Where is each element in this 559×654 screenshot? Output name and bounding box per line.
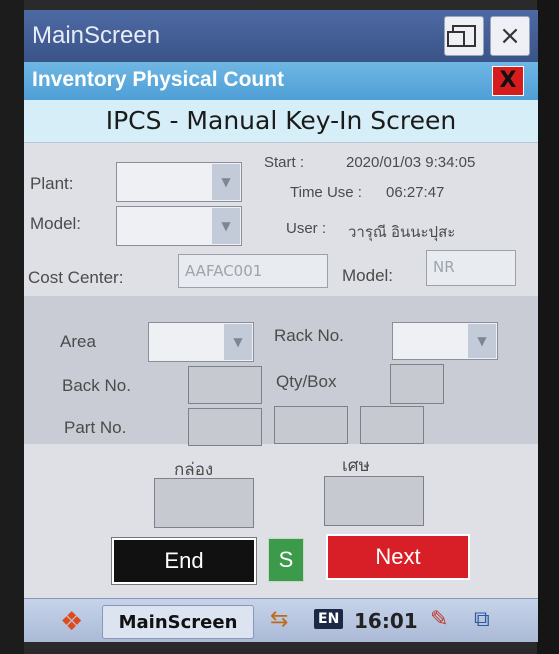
chevron-down-icon[interactable]: ▼ xyxy=(468,324,496,358)
time-use-label: Time Use : xyxy=(290,184,362,201)
screen-subtitle-bar: IPCS - Manual Key-In Screen xyxy=(24,100,538,143)
part-no-label: Part No. xyxy=(64,418,127,437)
window-title: MainScreen xyxy=(32,22,161,49)
window-titlebar: MainScreen × xyxy=(24,10,538,62)
part-no-input-2[interactable] xyxy=(274,406,348,444)
windows-start-icon[interactable]: ❖ xyxy=(60,607,83,637)
qty-box-input[interactable] xyxy=(390,364,444,404)
scrap-count-label: เศษ xyxy=(342,456,370,475)
device-bezel-left xyxy=(0,0,24,654)
model-label: Model: xyxy=(30,214,82,233)
app-close-button[interactable]: X xyxy=(492,66,524,96)
part-no-input-3[interactable] xyxy=(360,406,424,444)
model2-label: Model: xyxy=(342,266,394,285)
plant-label: Plant: xyxy=(30,174,74,193)
model2-field: NR xyxy=(426,250,516,286)
network-sync-icon[interactable]: ⇆ xyxy=(270,607,288,632)
start-label: Start : xyxy=(264,154,305,171)
part-no-input-1[interactable] xyxy=(188,408,262,446)
taskbar: ❖ MainScreen ⇆ EN 16:01 ✎ ⧉ xyxy=(24,598,538,642)
next-button[interactable]: Next xyxy=(326,534,470,580)
end-button[interactable]: End xyxy=(111,537,257,585)
close-icon: × xyxy=(499,21,521,51)
area-dropdown[interactable]: ▼ xyxy=(148,322,254,362)
app-title: Inventory Physical Count xyxy=(32,68,285,91)
box-count-input[interactable] xyxy=(154,478,254,528)
pen-input-icon[interactable]: ✎ xyxy=(430,607,448,632)
scrap-count-input[interactable] xyxy=(324,476,424,526)
back-no-label: Back No. xyxy=(62,376,131,395)
clock: 16:01 xyxy=(354,609,418,633)
device-screen: MainScreen × Inventory Physical Count X … xyxy=(24,10,538,642)
time-use-value: 06:27:47 xyxy=(386,184,445,201)
rack-no-label: Rack No. xyxy=(274,326,344,345)
chevron-down-icon[interactable]: ▼ xyxy=(212,208,240,244)
desktop-switch-icon[interactable]: ⧉ xyxy=(474,607,490,632)
location-panel: Area ▼ Rack No. ▼ Back No. Qty/Box Part … xyxy=(24,296,538,446)
rack-no-dropdown[interactable]: ▼ xyxy=(392,322,498,360)
cost-center-label: Cost Center: xyxy=(28,268,124,287)
s-button[interactable]: S xyxy=(268,538,304,582)
restore-window-icon xyxy=(447,25,476,47)
user-value: วารุณี อินนะปุสะ xyxy=(348,224,456,241)
plant-dropdown[interactable]: ▼ xyxy=(116,162,242,202)
input-language-indicator[interactable]: EN xyxy=(314,609,344,629)
model-dropdown[interactable]: ▼ xyxy=(116,206,242,246)
chevron-down-icon[interactable]: ▼ xyxy=(212,164,240,200)
area-label: Area xyxy=(60,332,96,351)
chevron-down-icon[interactable]: ▼ xyxy=(224,324,252,360)
window-close-button[interactable]: × xyxy=(490,16,530,56)
cost-center-field: AAFAC001 xyxy=(178,254,328,288)
screen-subtitle: IPCS - Manual Key-In Screen xyxy=(105,106,457,135)
device-bezel-right xyxy=(537,0,559,654)
taskbar-app-mainscreen[interactable]: MainScreen xyxy=(102,605,254,639)
app-header: Inventory Physical Count X xyxy=(24,62,538,100)
back-no-input[interactable] xyxy=(188,366,262,404)
user-label: User : xyxy=(286,220,327,237)
restore-button[interactable] xyxy=(444,16,484,56)
start-value: 2020/01/03 9:34:05 xyxy=(346,154,476,171)
qty-box-label: Qty/Box xyxy=(276,372,337,391)
